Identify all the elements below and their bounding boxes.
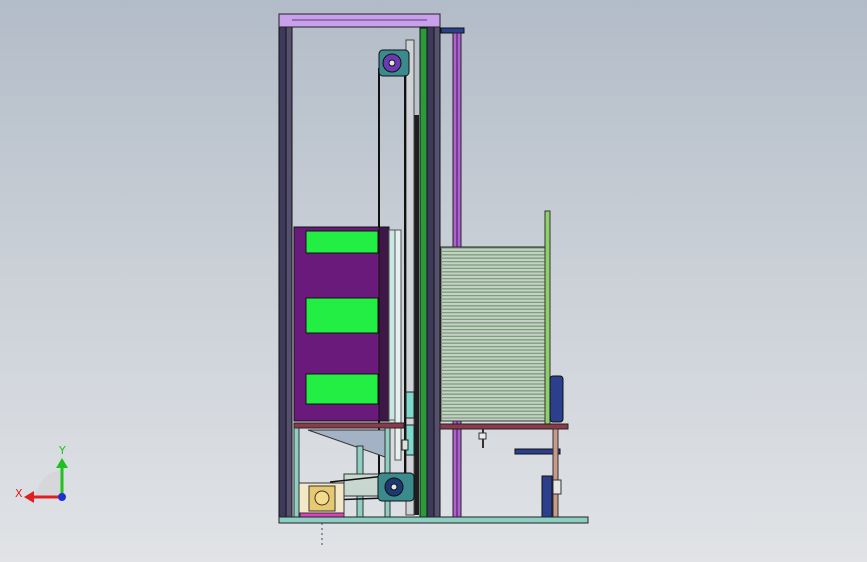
top-pulley-hub (388, 59, 396, 67)
motor-shaft (314, 490, 330, 506)
triad-rotation-arc (36, 470, 62, 497)
tray-side-panel[interactable] (378, 226, 390, 422)
blue-mount-lower[interactable] (541, 475, 553, 519)
sensor-head[interactable] (478, 432, 487, 440)
base-plate[interactable] (278, 516, 589, 524)
frame-right-post-outer[interactable] (426, 13, 435, 520)
top-pulley[interactable] (378, 49, 410, 77)
support-post-clip[interactable] (552, 479, 562, 495)
green-guide-bar[interactable] (419, 27, 428, 519)
x-axis-arrowhead (24, 491, 34, 503)
frame-right-post-inner[interactable] (433, 13, 441, 520)
frame-left-post-outer[interactable] (278, 13, 287, 520)
tray-window-top[interactable] (305, 230, 379, 254)
y-axis-arrowhead (56, 458, 68, 468)
bottom-pulley-hub (390, 483, 398, 491)
shelf-plate-left[interactable] (293, 422, 405, 429)
y-axis-label: Y (58, 444, 66, 457)
cad-viewport[interactable]: Y X (0, 0, 867, 562)
blue-mount-upper[interactable] (549, 375, 564, 423)
card-stack[interactable] (440, 246, 546, 422)
triad-origin (58, 493, 66, 501)
dark-guide-rail[interactable] (414, 115, 419, 515)
carriage-bracket-upper[interactable] (405, 391, 415, 419)
tray-window-bottom[interactable] (305, 373, 379, 405)
shelf-gusset[interactable] (307, 429, 389, 459)
x-axis-label: X (15, 487, 23, 500)
shelf-plate-right[interactable] (439, 423, 569, 430)
tray-side-strip[interactable] (388, 229, 396, 421)
tray-window-middle[interactable] (305, 297, 379, 334)
lower-post-left[interactable] (293, 427, 300, 519)
carriage-clip[interactable] (401, 439, 409, 451)
card-stack-body[interactable] (440, 246, 546, 422)
rod-cap[interactable] (440, 27, 465, 34)
frame-left-post-inner[interactable] (285, 13, 293, 520)
support-post-right[interactable] (552, 428, 559, 519)
axis-triad: Y X (15, 444, 68, 503)
right-stack-board[interactable] (544, 210, 551, 425)
